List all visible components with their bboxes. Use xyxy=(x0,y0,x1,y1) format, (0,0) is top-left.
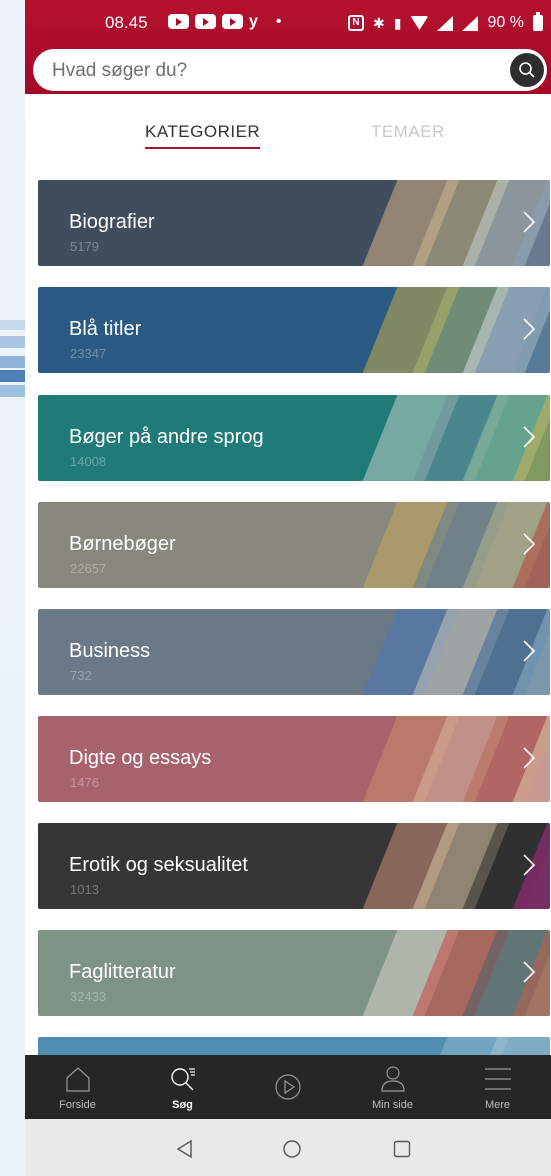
signal-icon xyxy=(437,15,454,31)
category-count: 5179 xyxy=(70,239,99,254)
category-card-boger-pa-andre-sprog[interactable]: Bøger på andre sprog 14008 xyxy=(38,395,550,481)
category-card-faglitteratur[interactable]: Faglitteratur 32433 xyxy=(38,930,550,1016)
more-notifications-dot-icon: • xyxy=(275,13,282,30)
play-icon xyxy=(275,1074,301,1100)
search-button[interactable] xyxy=(510,53,544,87)
notification-icons: y • xyxy=(168,13,282,30)
signal-icon xyxy=(462,15,479,31)
system-status-icons: N ✱ ▮ 90 % xyxy=(348,12,543,32)
nav-item-min-side[interactable]: Min side xyxy=(340,1055,445,1119)
nav-label-mere: Mere xyxy=(484,1099,511,1111)
chevron-right-icon xyxy=(523,318,536,340)
nav-item-sog[interactable]: Søg xyxy=(130,1055,235,1119)
wifi-icon xyxy=(410,16,429,30)
chevron-right-icon xyxy=(523,961,536,983)
battery-icon xyxy=(532,12,543,31)
category-count: 22657 xyxy=(70,561,107,576)
category-cover-art xyxy=(350,395,550,481)
category-cover-art xyxy=(350,930,550,1016)
category-name: Biografier xyxy=(69,211,155,233)
youtube-icon xyxy=(168,14,189,29)
category-name: Faglitteratur xyxy=(69,961,176,983)
chevron-right-icon xyxy=(523,640,536,662)
user-icon xyxy=(381,1066,405,1092)
nav-label-sog: Søg xyxy=(172,1099,193,1111)
search-placeholder: Hvad søger du? xyxy=(52,60,188,81)
battery-percent: 90 % xyxy=(487,14,524,31)
twitter-icon: y xyxy=(249,13,258,30)
category-name: Digte og essays xyxy=(69,747,212,769)
category-card-digte-og-essays[interactable]: Digte og essays 1476 xyxy=(38,716,550,802)
nav-item-mere[interactable]: Mere xyxy=(445,1055,550,1119)
bluetooth-icon: ✱ xyxy=(373,14,385,31)
category-name: Bøger på andre sprog xyxy=(69,426,264,448)
app-screen: 08.45 y • N ✱ ▮ 90 % Hvad søger du? KATE… xyxy=(25,0,551,1176)
category-card-bla-titler[interactable]: Blå titler 23347 xyxy=(38,287,550,373)
category-name: Erotik og seksualitet xyxy=(69,854,248,876)
bottom-navigation: Forside Søg Min side Mere xyxy=(25,1055,551,1119)
background-window-strip xyxy=(0,0,25,1176)
category-count: 32433 xyxy=(70,989,107,1004)
chevron-right-icon xyxy=(523,426,536,448)
chevron-right-icon xyxy=(523,747,536,769)
nav-label-forside: Forside xyxy=(59,1099,96,1111)
category-card-bornebog[interactable]: Børnebøger 22657 xyxy=(38,502,550,588)
background-stripe xyxy=(0,320,25,330)
category-cover-art xyxy=(350,609,550,695)
search-icon xyxy=(519,62,535,78)
nfc-icon: N xyxy=(348,15,364,31)
youtube-icon xyxy=(222,14,243,29)
menu-icon xyxy=(485,1068,511,1090)
category-card-erotik-og-seksualitet[interactable]: Erotik og seksualitet 1013 xyxy=(38,823,550,909)
chevron-right-icon xyxy=(523,211,536,233)
recents-icon[interactable] xyxy=(393,1140,411,1158)
category-tabs: KATEGORIER TEMAER xyxy=(25,112,551,152)
category-cover-art xyxy=(350,823,550,909)
back-icon[interactable] xyxy=(175,1139,195,1159)
nav-item-forside[interactable]: Forside xyxy=(25,1055,130,1119)
app-header: 08.45 y • N ✱ ▮ 90 % Hvad søger du? xyxy=(25,0,551,94)
category-count: 23347 xyxy=(70,346,107,361)
background-stripe xyxy=(0,370,25,382)
youtube-icon xyxy=(195,14,216,29)
tab-temaer[interactable]: TEMAER xyxy=(371,122,445,142)
system-navigation-bar xyxy=(25,1119,551,1176)
category-cover-art xyxy=(350,180,550,266)
category-name: Business xyxy=(69,640,151,662)
category-cover-art xyxy=(350,502,550,588)
category-cover-art xyxy=(350,287,550,373)
background-stripe xyxy=(0,336,25,348)
category-cover-art xyxy=(350,716,550,802)
chevron-right-icon xyxy=(523,533,536,555)
search-input[interactable]: Hvad søger du? xyxy=(33,49,547,91)
status-time: 08.45 xyxy=(105,13,148,32)
nav-label-min-side: Min side xyxy=(372,1099,413,1111)
category-card-business[interactable]: Business 732 xyxy=(38,609,550,695)
vibrate-icon: ▮ xyxy=(393,14,402,31)
chevron-right-icon xyxy=(523,854,536,876)
status-bar: 08.45 y • N ✱ ▮ 90 % xyxy=(25,8,551,38)
category-count: 732 xyxy=(70,668,92,683)
tab-kategorier[interactable]: KATEGORIER xyxy=(145,122,261,149)
background-stripe xyxy=(0,356,25,368)
home-icon xyxy=(66,1067,90,1092)
category-count: 1476 xyxy=(70,775,99,790)
home-circle-icon[interactable] xyxy=(282,1139,302,1159)
background-stripe xyxy=(0,385,25,397)
category-name: Blå titler xyxy=(69,318,142,340)
category-name: Børnebøger xyxy=(69,533,176,555)
category-count: 1013 xyxy=(70,882,99,897)
nav-item-player[interactable] xyxy=(235,1055,340,1119)
category-count: 14008 xyxy=(70,454,107,469)
category-card-biografier[interactable]: Biografier 5179 xyxy=(38,180,550,266)
search-icon xyxy=(171,1068,195,1091)
